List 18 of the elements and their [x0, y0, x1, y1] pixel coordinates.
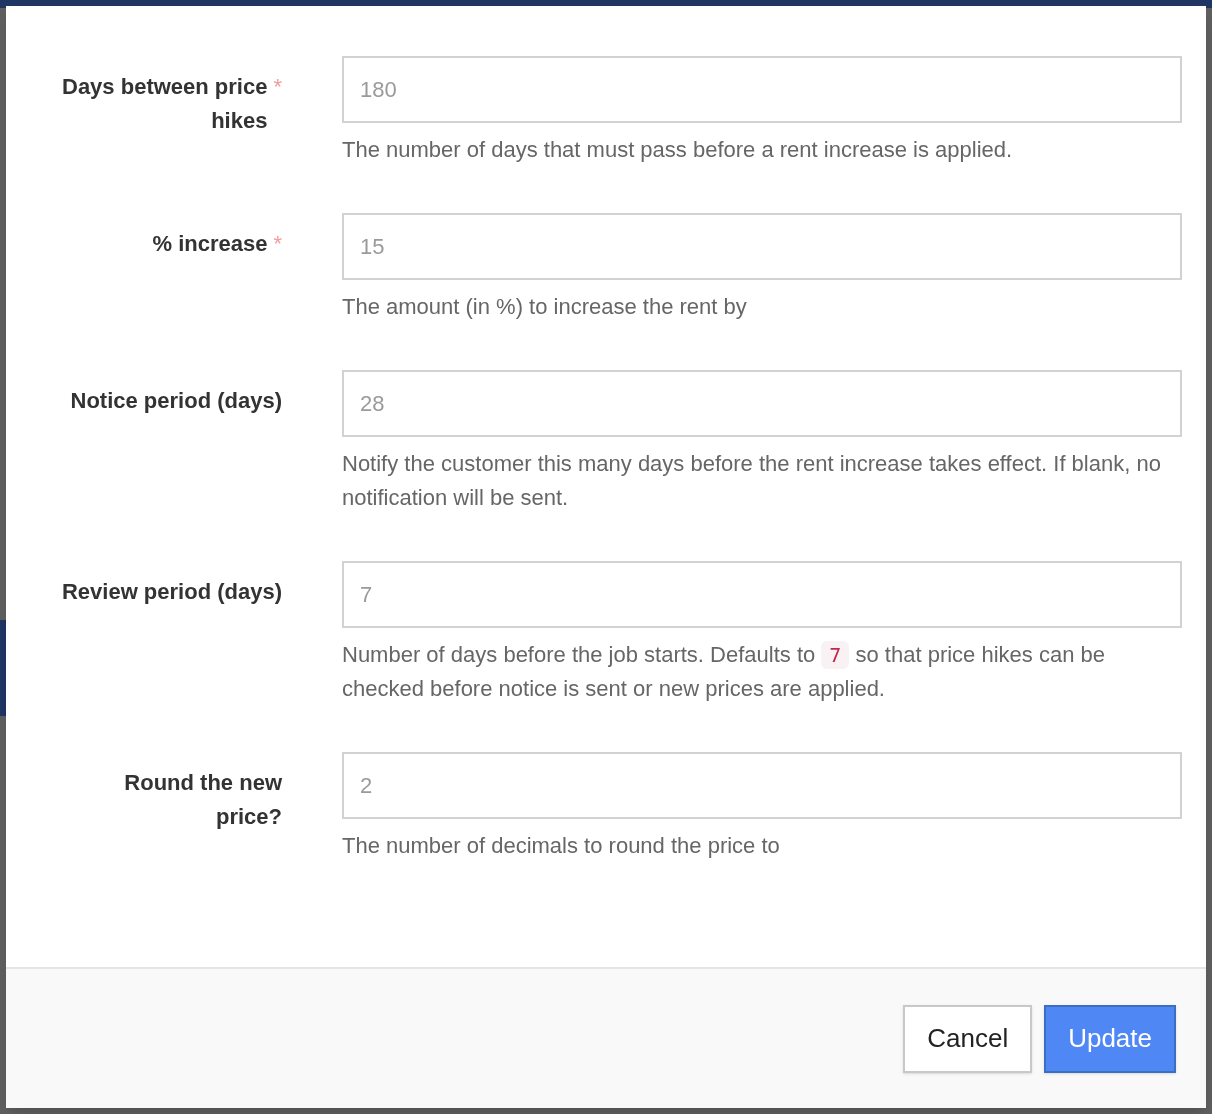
field-label: Review period (days)	[61, 578, 282, 606]
cancel-button[interactable]: Cancel	[903, 1004, 1033, 1073]
field-label: Days between price hikes	[61, 73, 268, 135]
required-asterisk: *	[273, 230, 282, 258]
input-field[interactable]: 28	[342, 370, 1182, 437]
help-text: Notify the customer this many days before the rent increase takes effect. If blank, no notification will be sent.	[342, 450, 1162, 512]
help-text: The amount (in %) to increase the rent by	[342, 293, 748, 321]
help-text: Number of days before the job starts. Defaults to 7 so that price hikes can be checked before notice is sent or new prices are applied.	[342, 640, 1106, 703]
field-label: Notice period (days)	[70, 387, 282, 415]
input-field[interactable]: 2	[342, 752, 1182, 819]
input-field[interactable]: 180	[342, 56, 1182, 123]
field-label: Round the new price?	[123, 769, 282, 831]
input-field[interactable]: 7	[342, 561, 1182, 628]
help-text: The number of days that must pass before a rent increase is applied.	[342, 136, 1014, 164]
help-text: The number of decimals to round the price to	[342, 832, 781, 860]
input-field[interactable]: 15	[342, 213, 1182, 280]
field-label: % increase	[152, 230, 268, 258]
required-asterisk: *	[273, 73, 282, 101]
